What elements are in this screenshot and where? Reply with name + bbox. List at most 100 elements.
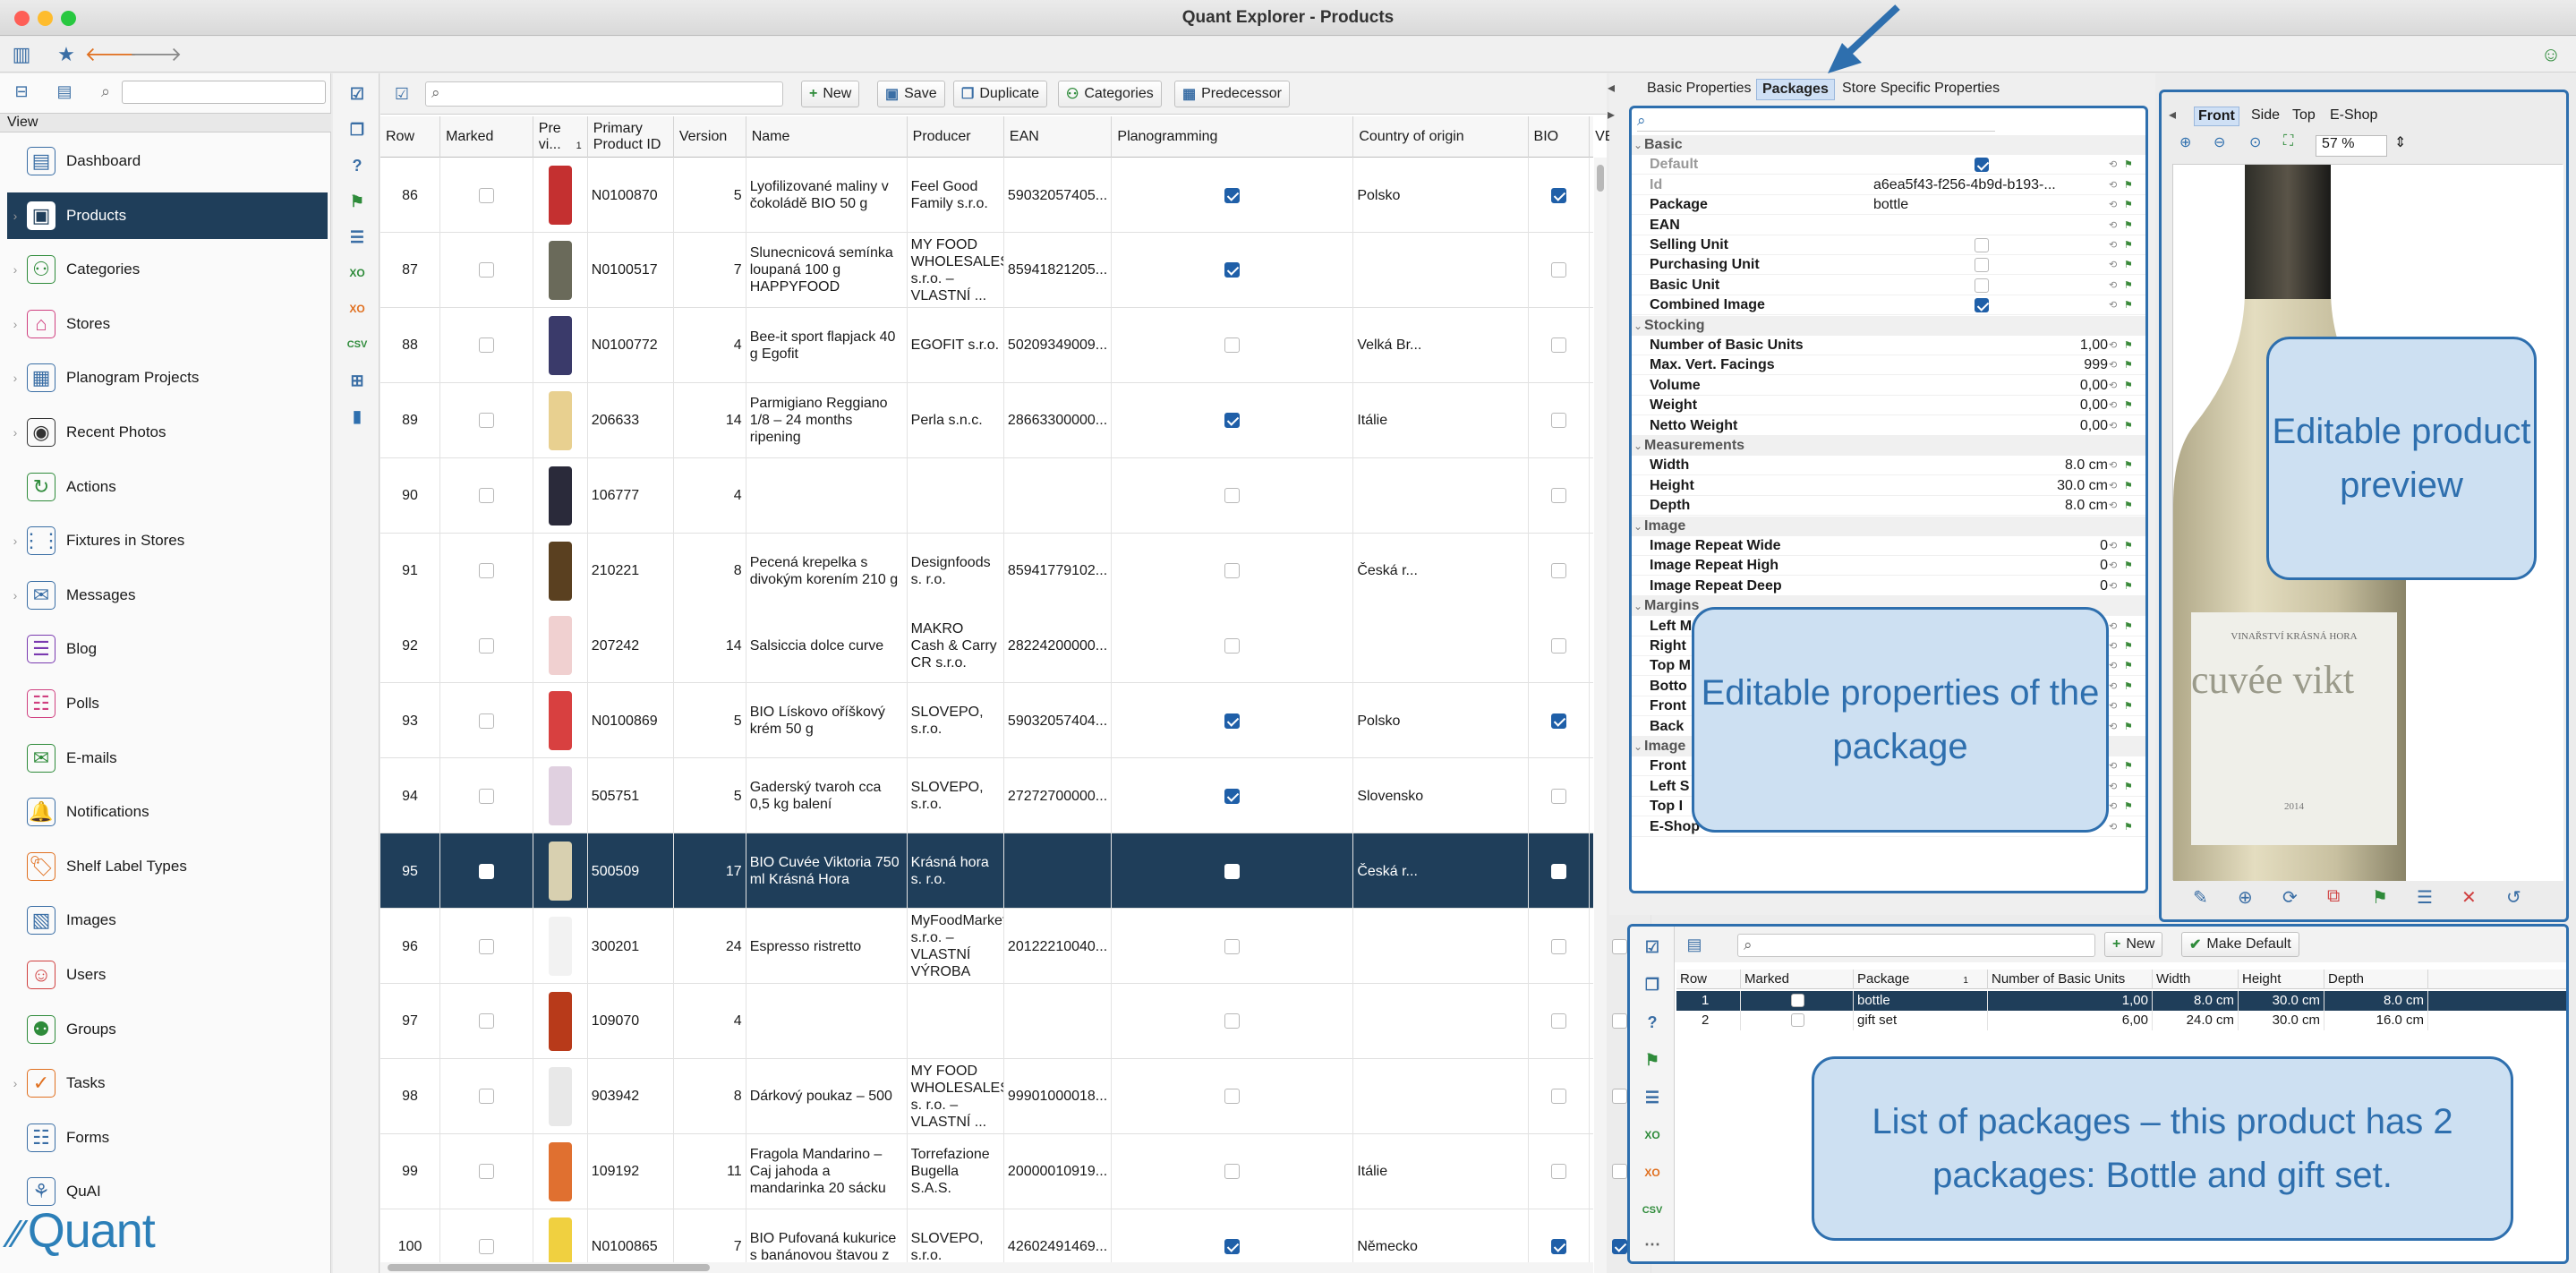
- property-row-measurements[interactable]: ⌄ Measurements: [1632, 436, 2145, 456]
- reset-icon[interactable]: ⟲: [2109, 721, 2121, 733]
- filter-icon[interactable]: ⚑: [345, 190, 369, 213]
- property-row-stocking[interactable]: ⌄ Stocking: [1632, 315, 2145, 336]
- crop-icon[interactable]: ⧉: [2327, 886, 2340, 907]
- marked-checkbox[interactable]: [478, 563, 494, 578]
- cell-marked[interactable]: [440, 533, 533, 609]
- reset-icon[interactable]: ⟲: [2109, 781, 2121, 793]
- property-row-image-repeat-wide[interactable]: Image Repeat Wide 0 ⟲ ⚑: [1632, 536, 2145, 556]
- new-package-button[interactable]: + New: [2104, 932, 2163, 957]
- property-value[interactable]: 0: [1873, 577, 2115, 596]
- reset-icon[interactable]: ⟲: [2109, 299, 2121, 312]
- bio-checkbox[interactable]: [1550, 788, 1566, 804]
- cell-marked[interactable]: [440, 457, 533, 534]
- bio-checkbox[interactable]: [1550, 1164, 1566, 1180]
- pkg-cell-marked[interactable]: [1741, 1011, 1854, 1030]
- select-all-icon[interactable]: ☑: [345, 82, 369, 106]
- property-checkbox[interactable]: [1975, 258, 1989, 273]
- make-default-button[interactable]: ✔ Make Default: [2181, 932, 2299, 957]
- globe-icon[interactable]: ⊕: [2238, 886, 2253, 909]
- pkg-column-header-marked[interactable]: Marked: [1741, 970, 1854, 989]
- product-thumbnail[interactable]: [537, 312, 584, 380]
- property-row-default[interactable]: Default ⟲ ⚑: [1632, 155, 2145, 175]
- bio-checkbox[interactable]: [1550, 863, 1566, 879]
- property-row-volume[interactable]: Volume 0,00 ⟲ ⚑: [1632, 376, 2145, 396]
- copy-icon[interactable]: ❐: [1641, 973, 1664, 996]
- property-value[interactable]: 0: [1873, 536, 2115, 556]
- cell-bio[interactable]: [1529, 158, 1591, 233]
- product-thumbnail[interactable]: [537, 687, 584, 755]
- product-thumbnail[interactable]: [537, 236, 584, 304]
- view-options-icon[interactable]: ▤: [1682, 932, 1707, 957]
- cell-plano[interactable]: [1112, 533, 1354, 609]
- cell-plano[interactable]: [1112, 232, 1354, 308]
- reset-icon[interactable]: ⟲: [2109, 279, 2121, 292]
- marked-checkbox[interactable]: [478, 413, 494, 429]
- column-header-row[interactable]: Row: [380, 116, 441, 158]
- column-header-planogramming[interactable]: Planogramming: [1112, 116, 1354, 158]
- sidebar-item-notifications[interactable]: 🔔 Notifications: [7, 789, 328, 835]
- property-value[interactable]: [1873, 295, 2115, 315]
- history-icon[interactable]: ↺: [2506, 886, 2521, 909]
- expand-chevron-icon[interactable]: ›: [7, 371, 23, 385]
- plano-checkbox[interactable]: [1224, 1239, 1241, 1255]
- cell-bio[interactable]: [1529, 1058, 1591, 1134]
- column-header-name[interactable]: Name: [746, 116, 908, 158]
- property-row-id[interactable]: Id a6ea5f43-f256-4b9d-b193-... ⟲ ⚑: [1632, 175, 2145, 195]
- reset-icon[interactable]: ⟲: [2109, 199, 2121, 211]
- bio-checkbox[interactable]: [1550, 187, 1566, 203]
- bio-checkbox[interactable]: [1550, 1239, 1566, 1255]
- collapse-tree-icon[interactable]: ⊟: [9, 79, 34, 104]
- vege-checkbox[interactable]: [1612, 1089, 1628, 1105]
- reset-icon[interactable]: ⟲: [2109, 620, 2121, 633]
- inherit-icon[interactable]: ⚑: [2124, 640, 2137, 653]
- property-row-image[interactable]: ⌄ Image: [1632, 516, 2145, 536]
- csv-icon[interactable]: CSV: [345, 333, 369, 356]
- cell-marked[interactable]: [440, 833, 533, 910]
- reset-icon[interactable]: ⟲: [2109, 540, 2121, 552]
- cell-marked[interactable]: [440, 158, 533, 233]
- reset-icon[interactable]: ⟲: [2109, 660, 2121, 672]
- reset-icon[interactable]: ⟲: [2109, 680, 2121, 693]
- pkg-column-header-width[interactable]: Width: [2153, 970, 2239, 989]
- bio-checkbox[interactable]: [1550, 563, 1566, 578]
- duplicate-button[interactable]: ❐ Duplicate: [953, 81, 1048, 107]
- cell-bio[interactable]: [1529, 1133, 1591, 1209]
- property-checkbox[interactable]: [1975, 278, 1989, 293]
- sidebar-item-shelf-label-types[interactable]: 🏷 Shelf Label Types: [7, 843, 328, 890]
- reset-icon[interactable]: ⟲: [2109, 420, 2121, 432]
- cell-bio[interactable]: [1529, 382, 1591, 458]
- cell-plano[interactable]: [1112, 608, 1354, 684]
- table-row[interactable]: 90 106777 4: [380, 457, 1651, 534]
- export-xo-icon[interactable]: XO: [1641, 1123, 1664, 1147]
- forward-arrow-icon[interactable]: 🡒: [130, 42, 183, 67]
- collapse-arrow-icon[interactable]: ◂: [2165, 107, 2179, 126]
- property-value[interactable]: a6ea5f43-f256-4b9d-b193-...: [1873, 175, 2115, 195]
- expand-chevron-icon[interactable]: ›: [7, 262, 23, 277]
- package-row[interactable]: 2 gift set 6,00 24.0 cm 30.0 cm 16.0 cm: [1676, 1011, 2566, 1030]
- plano-checkbox[interactable]: [1224, 563, 1241, 578]
- sidebar-item-tasks[interactable]: › ✓ Tasks: [7, 1060, 328, 1106]
- column-header-marked[interactable]: Marked: [440, 116, 533, 158]
- group-chevron-icon[interactable]: ⌄: [1633, 737, 1642, 756]
- inherit-icon[interactable]: ⚑: [2124, 299, 2137, 312]
- inherit-icon[interactable]: ⚑: [2124, 821, 2137, 833]
- expand-chevron-icon[interactable]: ›: [7, 209, 23, 223]
- inherit-icon[interactable]: ⚑: [2124, 239, 2137, 252]
- group-chevron-icon[interactable]: ⌄: [1633, 596, 1642, 616]
- cell-plano[interactable]: [1112, 758, 1354, 834]
- bio-checkbox[interactable]: [1550, 337, 1566, 354]
- bio-checkbox[interactable]: [1550, 262, 1566, 278]
- cell-plano[interactable]: [1112, 1058, 1354, 1134]
- select-column-icon[interactable]: ☑: [389, 81, 414, 107]
- property-row-height[interactable]: Height 30.0 cm ⟲ ⚑: [1632, 476, 2145, 496]
- table-row[interactable]: 86 N0100870 5 Lyofilizované maliny v čokolá…: [380, 158, 1651, 233]
- tab-e-shop[interactable]: E-Shop: [2326, 107, 2381, 126]
- property-row-max-vert-facings[interactable]: Max. Vert. Facings 999 ⟲ ⚑: [1632, 355, 2145, 376]
- bio-checkbox[interactable]: [1550, 938, 1566, 954]
- marked-checkbox[interactable]: [1791, 994, 1804, 1007]
- reset-icon[interactable]: ⟲: [2109, 158, 2121, 171]
- inherit-icon[interactable]: ⚑: [2124, 580, 2137, 593]
- inherit-icon[interactable]: ⚑: [2124, 339, 2137, 352]
- inherit-icon[interactable]: ⚑: [2124, 399, 2137, 412]
- list-icon[interactable]: ☰: [2417, 886, 2433, 909]
